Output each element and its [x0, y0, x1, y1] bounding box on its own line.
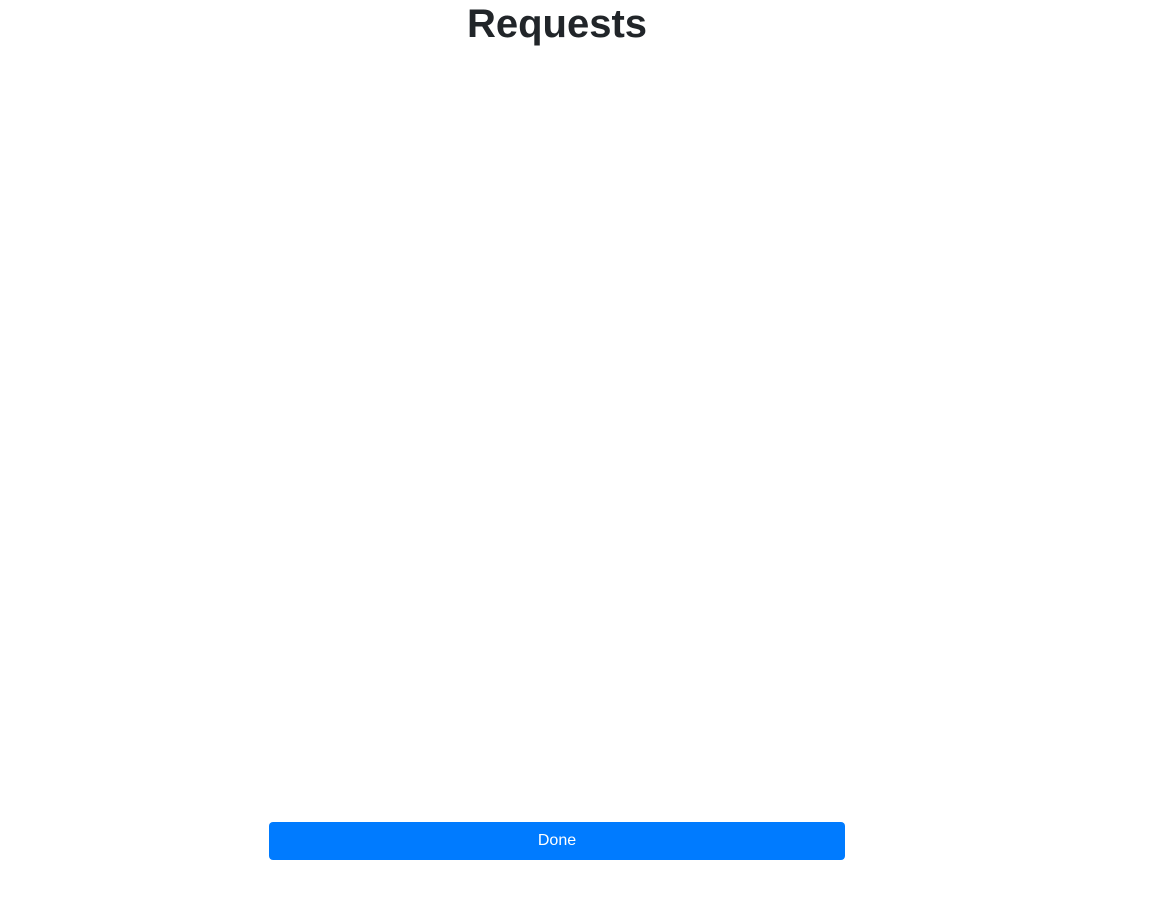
requests-list: [269, 60, 845, 800]
requests-page: Requests Done: [0, 0, 1149, 908]
done-button[interactable]: Done: [269, 822, 845, 860]
page-title: Requests: [466, 2, 648, 46]
